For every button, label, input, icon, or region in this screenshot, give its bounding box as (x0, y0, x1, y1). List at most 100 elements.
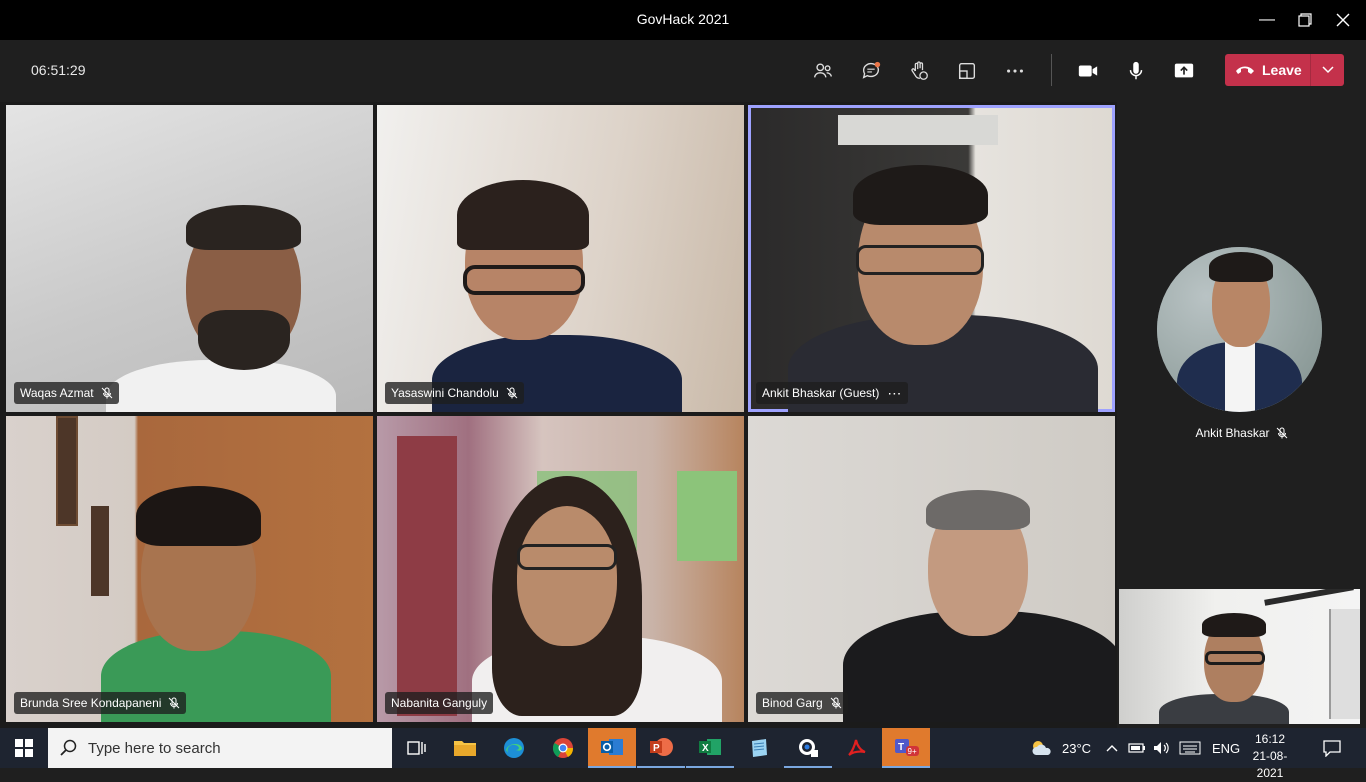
leave-main[interactable]: Leave (1225, 54, 1311, 86)
close-icon[interactable] (1320, 0, 1366, 40)
mic-off-icon (830, 697, 842, 709)
window-title: GovHack 2021 (636, 11, 730, 27)
taskbar-search-input[interactable]: Type here to search (48, 728, 392, 768)
taskbar-clock[interactable]: 16:12 21-08-2021 (1240, 731, 1300, 782)
language-indicator[interactable]: ENG (1212, 728, 1240, 768)
leave-label: Leave (1262, 62, 1302, 78)
participants-button[interactable] (805, 54, 841, 88)
chat-button[interactable] (853, 54, 889, 88)
participant-name-tag: Nabanita Ganguly (385, 692, 494, 714)
pdf-icon (848, 739, 866, 756)
participant-name-tag: Binod Garg (756, 692, 848, 714)
avatar-hair (1209, 252, 1273, 282)
participant-name-tag: Brunda Sree Kondapaneni (14, 692, 187, 714)
mic-off-icon (506, 387, 518, 399)
search-icon (60, 739, 77, 756)
participant-avatar[interactable] (1157, 247, 1322, 412)
touch-keyboard-button[interactable] (1179, 728, 1201, 768)
participant-video (56, 416, 78, 526)
people-icon (814, 63, 832, 78)
svg-text:X: X (702, 743, 709, 754)
raise-hand-button[interactable] (901, 54, 937, 88)
battery-icon (1128, 743, 1145, 753)
microphone-button[interactable] (1118, 54, 1154, 88)
leave-dropdown[interactable] (1311, 54, 1344, 86)
battery-button[interactable] (1128, 728, 1146, 768)
participant-name: Brunda Sree Kondapaneni (20, 696, 162, 710)
outlook-app[interactable] (588, 728, 636, 768)
language-label: ENG (1212, 740, 1241, 756)
video-tile-active[interactable]: Ankit Bhaskar (Guest) ⋯ (748, 105, 1115, 412)
self-view-window (1329, 609, 1360, 719)
toolbar-divider (1051, 54, 1052, 86)
powerpoint-icon: P (650, 738, 673, 756)
camera-icon (1078, 65, 1098, 77)
more-options-icon[interactable]: ⋯ (887, 385, 902, 402)
teams-app[interactable]: T 9+ (882, 728, 930, 768)
windows-icon (15, 739, 33, 757)
hang-up-icon (1236, 66, 1254, 74)
mic-off-icon (169, 697, 180, 709)
participant-video (517, 544, 617, 570)
volume-button[interactable] (1153, 728, 1171, 768)
participant-name-tag: Ankit Bhaskar (Guest) ⋯ (756, 382, 909, 404)
notepad-icon (752, 739, 767, 757)
participant-video (463, 265, 585, 295)
video-tile[interactable]: Nabanita Ganguly (377, 416, 744, 722)
video-stage: Waqas Azmat Yasaswini Chandolu Ankit Bha… (0, 102, 1366, 728)
participant-video (457, 180, 589, 250)
task-view-button[interactable] (392, 728, 440, 768)
task-view-icon (407, 741, 426, 755)
microphone-icon (1129, 61, 1143, 80)
share-screen-icon (1174, 63, 1194, 78)
video-tile[interactable]: Yasaswini Chandolu (377, 105, 744, 412)
notifications-button[interactable] (1322, 728, 1342, 768)
file-explorer-app[interactable] (441, 728, 489, 768)
participant-video (517, 506, 617, 646)
participant-name: Nabanita Ganguly (391, 696, 488, 710)
edge-app[interactable] (490, 728, 538, 768)
tray-overflow-button[interactable] (1106, 728, 1118, 768)
participant-name: Ankit Bhaskar (Guest) (762, 386, 880, 400)
video-tile[interactable]: Binod Garg (748, 416, 1115, 722)
participant-video (186, 205, 301, 250)
video-tile[interactable]: Waqas Azmat (6, 105, 373, 412)
svg-text:T: T (898, 742, 904, 753)
share-button[interactable] (1166, 54, 1202, 88)
meeting-toolbar: 06:51:29 Leave (0, 40, 1366, 102)
whiteboard-app[interactable] (735, 728, 783, 768)
participant-video (853, 165, 988, 225)
participant-video (136, 486, 261, 546)
teams-badge: 9+ (908, 747, 917, 756)
rooms-icon (958, 62, 976, 80)
weather-widget[interactable]: 23°C (1030, 728, 1091, 768)
hand-icon (911, 61, 928, 80)
leave-button[interactable]: Leave (1225, 54, 1344, 86)
meeting-timer: 06:51:29 (31, 62, 86, 78)
self-view-glasses (1205, 651, 1265, 665)
powerpoint-app[interactable]: P (637, 728, 685, 768)
start-button[interactable] (0, 728, 48, 768)
self-view-video[interactable] (1119, 589, 1360, 724)
excel-app[interactable]: X (686, 728, 734, 768)
camera-button[interactable] (1070, 54, 1106, 88)
clock-time: 16:12 (1254, 732, 1286, 746)
speaker-icon (1154, 742, 1169, 754)
camera-app-icon (799, 739, 818, 757)
video-tile[interactable]: Brunda Sree Kondapaneni (6, 416, 373, 722)
title-bar: GovHack 2021 — (0, 0, 1366, 40)
participant-video (198, 310, 290, 370)
chevron-down-icon (1321, 66, 1334, 74)
more-actions-button[interactable] (997, 54, 1033, 88)
keyboard-icon (1179, 741, 1201, 755)
chrome-app[interactable] (539, 728, 587, 768)
participant-name-tag: Waqas Azmat (14, 382, 119, 404)
side-participant-label: Ankit Bhaskar (1117, 426, 1366, 440)
mic-off-icon (101, 387, 112, 399)
clock-date: 21-08-2021 (1252, 749, 1288, 780)
avatar-shirt (1225, 342, 1255, 412)
acrobat-app[interactable] (833, 728, 881, 768)
temperature: 23°C (1062, 740, 1092, 756)
video-app[interactable] (784, 728, 832, 768)
breakout-rooms-button[interactable] (949, 54, 985, 88)
